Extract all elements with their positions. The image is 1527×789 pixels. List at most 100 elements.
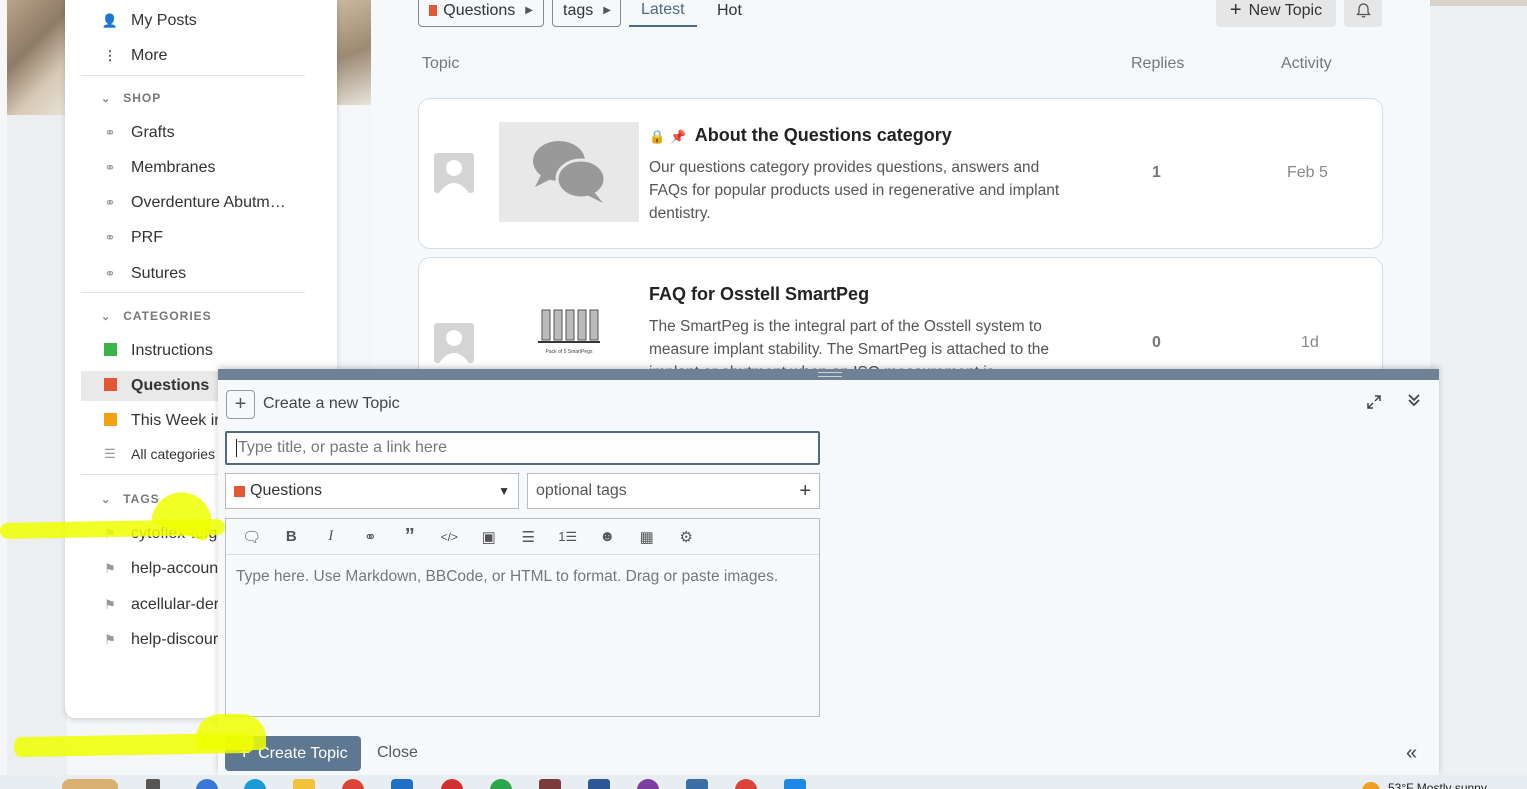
link-icon: ⚭ [104,266,116,281]
topic-title[interactable]: FAQ for Osstell SmartPeg [649,284,869,305]
activity-date[interactable]: Feb 5 [1287,164,1328,182]
new-topic-label: New Topic [1248,1,1323,19]
category-select[interactable]: Questions ▼ [225,473,519,509]
sidebar-item-grafts[interactable]: ⚭ Grafts [81,118,321,148]
column-header-topic[interactable]: Topic [422,55,459,73]
sidebar-item-label: Questions [131,377,210,394]
caret-right-icon: ▶ [525,5,533,16]
topic-thumbnail[interactable]: Pack of 5 SmartPegs [499,281,639,381]
sidebar-item-more[interactable]: ⋮ More [81,41,321,71]
bullet-list-icon[interactable]: ☰ [509,528,549,546]
sidebar-item-sutures[interactable]: ⚭ Sutures [81,259,321,289]
sidebar-item-my-posts[interactable]: 👤 My Posts [81,6,321,36]
blockquote-icon[interactable]: ” [390,525,430,548]
chrome-icon[interactable] [735,779,757,789]
new-topic-button[interactable]: + New Topic [1216,0,1336,27]
section-heading: SHOP [123,91,162,105]
topic-title-input[interactable]: Type title, or paste a link here [225,431,820,465]
editor-textarea[interactable]: Type here. Use Markdown, BBCode, or HTML… [226,555,819,599]
wallpaper-middle [337,0,371,105]
app-icon[interactable] [686,779,708,789]
activity-date[interactable]: 1d [1301,334,1319,352]
folder-icon[interactable] [293,779,315,789]
title-placeholder: Type title, or paste a link here [238,439,447,456]
editor-toolbar: 🗨 B I ⚭ ” </> ▣ ☰ 1☰ ☻ ▦ ⚙ [226,519,819,555]
bold-icon[interactable]: B [272,528,312,545]
tags-input[interactable]: optional tags + [527,473,820,509]
divider [81,75,305,76]
calendar-icon[interactable]: ▦ [627,528,667,546]
topic-composer: + Create a new Topic Type title, or past… [218,369,1439,775]
link-icon: ⚭ [104,195,116,210]
sidebar-item-overdenture[interactable]: ⚭ Overdenture Abutm… [81,188,321,218]
composer-resize-grip[interactable] [818,372,842,377]
fullscreen-icon[interactable] [1366,394,1382,415]
avatar[interactable] [434,153,474,193]
sidebar-item-instructions[interactable]: Instructions [81,336,321,366]
weather-widget[interactable]: 53°F Mostly sunny [1362,776,1487,789]
category-filter-label: Questions [443,1,516,19]
edge-icon[interactable] [244,779,266,789]
topic-thumbnail[interactable] [499,122,639,222]
outlook-icon[interactable] [391,779,413,789]
tags-filter-dropdown[interactable]: tags ▶ [552,0,621,27]
app-icon[interactable] [441,779,463,789]
topic-excerpt: Our questions category provides question… [649,159,1060,222]
app-icon[interactable] [588,779,610,789]
topic-title[interactable]: 🔒 📌 About the Questions category [649,125,952,146]
tab-latest[interactable]: Latest [629,0,697,27]
whatsapp-icon[interactable] [490,779,512,789]
tab-hot[interactable]: Hot [705,0,754,27]
code-icon[interactable]: </> [430,530,470,544]
sidebar-item-label: Membranes [131,159,216,176]
emoji-icon[interactable]: ☻ [588,528,628,545]
vscode-icon[interactable] [784,779,806,789]
link-icon[interactable]: ⚭ [351,528,391,546]
highlight-mark [196,714,266,750]
thumbnail-caption: Pack of 5 SmartPegs [545,349,593,355]
tags-placeholder: optional tags [536,482,627,499]
close-button[interactable]: Close [377,744,418,762]
create-topic-label: Create Topic [258,744,348,762]
task-view-icon[interactable] [146,779,160,789]
category-color-square [99,413,121,429]
hide-preview-icon[interactable]: « [1406,742,1417,765]
sidebar-section-categories[interactable]: ⌄ CATEGORIES [81,306,212,326]
list-icon: ☰ [104,446,116,461]
section-heading: TAGS [123,492,160,506]
numbered-list-icon[interactable]: 1☰ [548,529,588,545]
wallpaper-left-lower [7,115,67,775]
image-icon[interactable]: ▣ [469,528,509,546]
link-icon: ⚭ [104,160,116,175]
pin-icon: 📌 [670,129,687,144]
topic-list-panel: Questions ▶ tags ▶ Latest Hot + New Topi… [371,0,1430,397]
sidebar-item-label: help-discour [131,631,219,648]
sidebar-item-prf[interactable]: ⚭ PRF [81,223,321,253]
app-icon[interactable] [196,779,218,789]
wallpaper-right-top [1430,0,1527,6]
sidebar-section-shop[interactable]: ⌄ SHOP [81,88,161,108]
app-icon[interactable] [637,779,659,789]
category-filter-dropdown[interactable]: Questions ▶ [418,0,544,27]
column-header-replies[interactable]: Replies [1131,55,1184,73]
tags-filter-label: tags [563,1,594,19]
post-editor[interactable]: 🗨 B I ⚭ ” </> ▣ ☰ 1☰ ☻ ▦ ⚙ Type here. Us… [225,518,820,717]
quote-bubble-icon[interactable]: 🗨 [232,528,272,546]
sidebar-item-membranes[interactable]: ⚭ Membranes [81,153,321,183]
gear-icon[interactable]: ⚙ [667,528,707,546]
avatar[interactable] [434,323,474,363]
italic-icon[interactable]: I [311,528,351,545]
divider [81,292,305,293]
app-icon[interactable] [62,779,118,789]
weather-text: 53°F Mostly sunny [1388,781,1487,789]
wallpaper-right [1430,0,1527,775]
notifications-button[interactable] [1344,0,1382,27]
chrome-icon[interactable] [342,779,364,789]
tag-icon: ⚑ [104,561,116,576]
app-icon[interactable] [539,779,561,789]
sidebar-section-tags[interactable]: ⌄ TAGS [81,489,160,509]
column-header-activity[interactable]: Activity [1281,55,1332,73]
minimize-icon[interactable] [1406,392,1422,413]
topic-row[interactable]: 🔒 📌 About the Questions category Our que… [418,98,1383,249]
reply-count: 1 [1152,164,1161,181]
